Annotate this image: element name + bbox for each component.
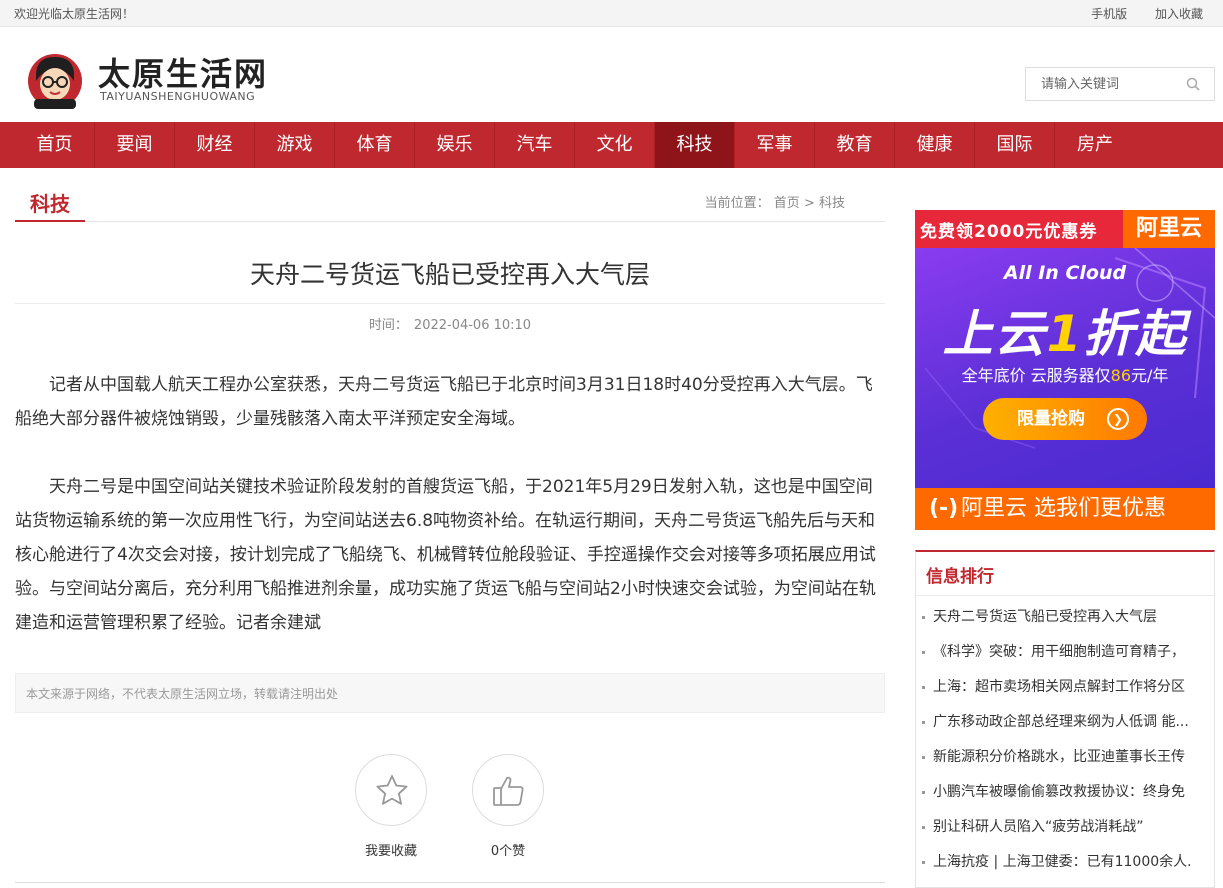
ranking-item[interactable]: 小鹏汽车被曝偷偷篡改救援协议：终身免: [921, 780, 1213, 815]
ad-headline-one: 1: [1046, 305, 1084, 363]
publish-time: 2022-04-06 10:10: [413, 318, 532, 333]
nav-item-8[interactable]: 科技: [655, 122, 735, 168]
breadcrumb-separator: >: [803, 196, 815, 211]
ad-subline: 全年底价 云服务器仅86元/年: [915, 362, 1215, 386]
nav-item-3[interactable]: 游戏: [255, 122, 335, 168]
ranking-item[interactable]: 新能源积分价格跳水，比亚迪董事长王传: [921, 745, 1213, 780]
add-favorite-link[interactable]: 加入收藏: [1155, 7, 1203, 21]
star-icon: [376, 775, 408, 805]
nav-item-5[interactable]: 娱乐: [415, 122, 495, 168]
ad-headline: 上云1折起: [915, 294, 1215, 366]
title-divider: [15, 303, 885, 304]
ad-coupon-text: 免费领2000元优惠券: [920, 222, 1098, 242]
arrow-right-icon: ❯: [1107, 408, 1129, 430]
nav-item-4[interactable]: 体育: [335, 122, 415, 168]
search-icon[interactable]: [1186, 77, 1200, 91]
ad-bottom-strip: (-) 阿里云 选我们更优惠: [915, 488, 1215, 530]
article-paragraph-2: 天舟二号是中国空间站关键技术验证阶段发射的首艘货运飞船，于2021年5月29日发…: [15, 477, 876, 633]
ad-headline-a: 上云: [942, 305, 1047, 363]
article-title: 天舟二号货运飞船已受控再入大气层: [249, 260, 650, 289]
article-body: 记者从中国载人航天工程办公室获悉，天舟二号货运飞船已于北京时间3月31日18时4…: [15, 368, 885, 640]
breadcrumb-home[interactable]: 首页: [774, 196, 800, 211]
nav-item-6[interactable]: 汽车: [495, 122, 575, 168]
ranking-item[interactable]: 天舟二号货运飞船已受控再入大气层: [921, 605, 1213, 640]
top-links: 手机版 加入收藏: [1067, 5, 1203, 22]
ranking-item[interactable]: 上海抗疫 | 上海卫健委：已有11000余人.: [921, 850, 1213, 885]
top-bar: 欢迎光临太原生活网！ 手机版 加入收藏: [0, 0, 1223, 27]
collect-button[interactable]: [355, 754, 427, 826]
nav-item-1[interactable]: 要闻: [95, 122, 175, 168]
like-button[interactable]: [472, 754, 544, 826]
ad-price: 86: [1110, 366, 1132, 385]
section-title: 科技: [15, 188, 85, 222]
section-header: 科技 当前位置： 首页 > 科技: [15, 182, 885, 222]
aliyun-ad-banner[interactable]: 免费领2000元优惠券 阿里云 All In Cloud 上云1折起 全年底价 …: [915, 210, 1215, 530]
like-count: 0个赞: [490, 844, 526, 859]
welcome-text: 欢迎光临太原生活网！: [14, 7, 135, 21]
nav-item-7[interactable]: 文化: [575, 122, 655, 168]
breadcrumb: 当前位置： 首页 > 科技: [705, 192, 845, 211]
time-label: 时间：: [368, 318, 408, 333]
nav-list: 首页 要闻 财经 游戏 体育 娱乐 汽车 文化 科技 军事 教育 健康 国际 房产: [0, 122, 1223, 168]
nav-item-12[interactable]: 国际: [975, 122, 1055, 168]
article-paragraph-1: 记者从中国载人航天工程办公室获悉，天舟二号货运飞船已于北京时间3月31日18时4…: [15, 375, 873, 429]
ad-top-strip: 免费领2000元优惠券 阿里云: [915, 210, 1215, 248]
ad-subline-b: 元/年: [1131, 366, 1169, 385]
ranking-item[interactable]: 广东移动政企部总经理来纲为人低调 能...: [921, 710, 1213, 745]
ad-buy-label: 限量抢购: [1017, 409, 1085, 429]
info-ranking-panel: 信息排行 天舟二号货运飞船已受控再入大气层 《科学》突破：用干细胞制造可育精子，上…: [915, 550, 1215, 888]
breadcrumb-prefix: 当前位置：: [704, 196, 770, 211]
ad-main-panel: All In Cloud 上云1折起 全年底价 云服务器仅86元/年 限量抢购 ❯: [915, 248, 1215, 488]
site-name[interactable]: 太原生活网: [98, 49, 268, 95]
aliyun-logo-mark: (-): [929, 496, 959, 521]
breadcrumb-current[interactable]: 科技: [819, 196, 845, 211]
site-header: 太原生活网 TAIYUANSHENGHUOWANG: [0, 27, 1223, 122]
search-input[interactable]: [1026, 68, 1176, 100]
ranking-item[interactable]: 别让科研人员陷入“疲劳战消耗战”: [921, 815, 1213, 850]
ranking-title: 信息排行: [926, 567, 994, 587]
ad-tagline: All In Cloud: [1003, 262, 1127, 284]
ad-bottom-text: 阿里云 选我们更优惠: [961, 496, 1166, 521]
ranking-list: 天舟二号货运飞船已受控再入大气层 《科学》突破：用干细胞制造可育精子， 上海：超市卖…: [921, 605, 1213, 885]
ranking-item[interactable]: 《科学》突破：用干细胞制造可育精子，: [921, 640, 1213, 675]
nav-item-10[interactable]: 教育: [815, 122, 895, 168]
mobile-version-link[interactable]: 手机版: [1091, 7, 1127, 21]
nav-item-9[interactable]: 军事: [735, 122, 815, 168]
site-pinyin: TAIYUANSHENGHUOWANG: [100, 90, 256, 103]
nav-item-2[interactable]: 财经: [175, 122, 255, 168]
nav-item-11[interactable]: 健康: [895, 122, 975, 168]
thumbs-up-icon: [493, 776, 524, 806]
nav-item-0[interactable]: 首页: [15, 122, 95, 168]
ranking-divider: [916, 595, 1214, 596]
article-meta: 时间： 2022-04-06 10:10: [15, 314, 885, 333]
logo-grandma-icon[interactable]: [22, 51, 88, 109]
ad-subline-a: 全年底价 云服务器仅: [961, 366, 1111, 385]
search-box: [1025, 67, 1215, 101]
ad-headline-b: 折起: [1083, 305, 1188, 363]
bottom-divider: [15, 882, 885, 883]
main-nav: 首页 要闻 财经 游戏 体育 娱乐 汽车 文化 科技 军事 教育 健康 国际 房产: [0, 122, 1223, 168]
ad-brand: 阿里云: [1123, 210, 1215, 248]
ad-buy-button[interactable]: 限量抢购 ❯: [983, 398, 1147, 440]
nav-item-13[interactable]: 房产: [1055, 122, 1135, 168]
source-disclaimer: 本文来源于网络，不代表太原生活网立场，转载请注明出处: [15, 673, 885, 713]
collect-label: 我要收藏: [364, 844, 417, 859]
ranking-item[interactable]: 上海：超市卖场相关网点解封工作将分区: [921, 675, 1213, 710]
